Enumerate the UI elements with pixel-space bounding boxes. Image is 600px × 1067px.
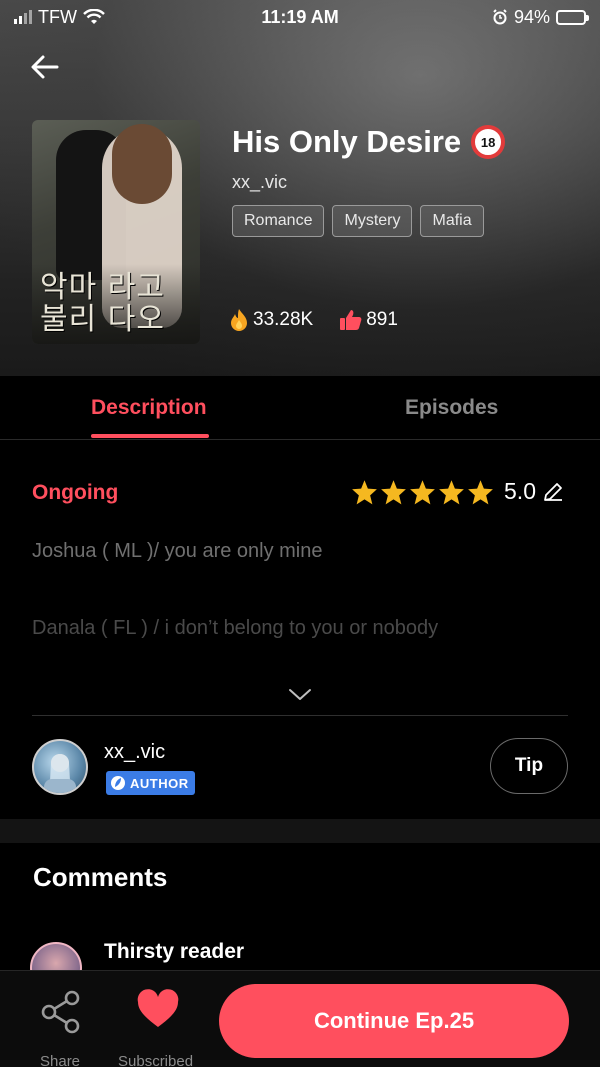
cover-title: 악마 라고 불리 다오	[40, 270, 165, 337]
views-stat: 33.28K	[228, 308, 313, 332]
share-label: Share	[40, 1053, 81, 1067]
wifi-icon	[83, 9, 105, 24]
rating[interactable]: 5.0	[351, 478, 564, 505]
continue-reading-button[interactable]: Continue Ep.25	[219, 984, 569, 1058]
tag-romance[interactable]: Romance	[232, 205, 325, 237]
signal-icon	[14, 10, 32, 24]
book-title: His Only Desire 18	[232, 124, 506, 160]
status-bar: TFW 11:19 AM 94%	[0, 0, 600, 34]
author-avatar[interactable]	[32, 739, 88, 795]
subscribed-label: Subscribed	[118, 1053, 194, 1067]
detail-tabs: Description Episodes	[0, 376, 600, 440]
tip-button[interactable]: Tip	[490, 738, 568, 794]
author-avatar-image	[44, 754, 76, 793]
star-icon	[352, 479, 377, 504]
divider	[32, 715, 568, 716]
battery-percent: 94%	[513, 6, 550, 27]
active-tab-indicator	[91, 434, 209, 438]
share-icon	[41, 990, 80, 1034]
chevron-down-icon	[289, 689, 311, 700]
fire-icon	[231, 309, 247, 331]
quill-icon	[111, 776, 125, 790]
alarm-icon	[493, 9, 507, 25]
status-left: TFW	[14, 7, 105, 28]
star-icon	[468, 479, 493, 504]
heart-icon	[137, 989, 179, 1027]
status-right: 94%	[492, 6, 589, 28]
tag-mystery[interactable]: Mystery	[332, 205, 413, 237]
back-button[interactable]	[30, 52, 66, 82]
arrow-left-icon	[31, 55, 59, 79]
description-line-1: Joshua ( ML )/ you are only mine	[32, 540, 323, 562]
author-badge: AUTHOR	[106, 771, 195, 795]
tag-mafia[interactable]: Mafia	[420, 205, 484, 237]
edit-pencil-icon[interactable]	[542, 481, 564, 503]
tab-episodes[interactable]: Episodes	[405, 396, 498, 420]
book-title-text: His Only Desire	[232, 124, 462, 159]
carrier-label: TFW	[38, 6, 77, 27]
star-icon	[381, 479, 406, 504]
description-line-2: Danala ( FL ) / i don’t belong to you or…	[32, 617, 439, 639]
rating-value: 5.0	[504, 478, 536, 504]
age-rating-badge: 18	[471, 125, 506, 159]
book-author[interactable]: xx_.vic	[232, 172, 287, 193]
rating-stars	[351, 479, 494, 505]
likes-stat: 891	[339, 309, 398, 331]
genre-tags: Romance Mystery Mafia	[232, 205, 484, 237]
expand-description-button[interactable]	[288, 683, 312, 707]
publication-status: Ongoing	[32, 481, 119, 504]
star-icon	[410, 479, 435, 504]
book-stats: 33.28K 891	[228, 308, 398, 332]
thumbs-up-icon	[340, 310, 362, 330]
battery-icon	[556, 9, 589, 25]
commenter-name[interactable]: Thirsty reader	[104, 940, 244, 964]
author-card: xx_.vic AUTHOR Tip	[32, 738, 568, 796]
cover-hair	[112, 124, 172, 204]
bottom-action-bar: Share Subscribed Continue Ep.25	[0, 970, 600, 1067]
views-count: 33.28K	[253, 309, 314, 330]
section-separator	[0, 819, 600, 843]
share-button[interactable]: Share	[38, 989, 84, 1067]
book-cover: 악마 라고 불리 다오	[32, 120, 200, 344]
comments-heading: Comments	[33, 862, 168, 892]
likes-count: 891	[366, 309, 398, 330]
star-icon	[439, 479, 464, 504]
author-badge-label: AUTHOR	[130, 775, 189, 791]
author-name[interactable]: xx_.vic	[104, 741, 165, 764]
tab-description[interactable]: Description	[91, 396, 207, 420]
